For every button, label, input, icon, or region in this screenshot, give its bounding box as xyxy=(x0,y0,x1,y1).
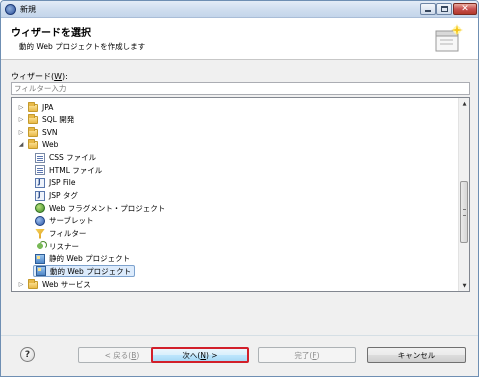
tree-item-label: リスナー xyxy=(49,241,79,251)
folder-icon xyxy=(28,139,38,150)
tree-item[interactable]: リスナー xyxy=(33,240,79,252)
folder-icon xyxy=(28,114,38,125)
tree-item-label: SVN xyxy=(42,127,58,137)
banner-title: ウィザードを選択 xyxy=(11,28,91,39)
minimize-icon xyxy=(425,10,431,12)
tree-item[interactable]: CSS ファイル xyxy=(33,152,96,164)
web-icon xyxy=(35,203,45,214)
tree-item-label: サーブレット xyxy=(49,216,94,226)
proj-icon xyxy=(36,266,46,277)
listener-icon xyxy=(35,241,47,252)
tree-item[interactable]: ▷ SQL 開発 xyxy=(17,114,74,126)
new-wizard-icon xyxy=(435,24,463,52)
next-button[interactable]: 次へ(N) > xyxy=(151,347,249,363)
tree-item-label: フィルター xyxy=(49,229,87,238)
finish-button[interactable]: 完了(F) xyxy=(258,347,356,363)
tree-item[interactable]: フィルター xyxy=(33,228,86,240)
expand-icon[interactable]: ▷ xyxy=(17,114,25,126)
tree-item[interactable]: JSP タグ xyxy=(33,190,78,202)
expand-icon[interactable]: ▷ xyxy=(17,278,25,290)
folder-icon xyxy=(28,101,38,112)
tree-item[interactable]: JSP File xyxy=(33,177,75,189)
wizard-banner: ウィザードを選択 動的 Web プロジェクトを作成します xyxy=(1,18,478,60)
scroll-grip-icon xyxy=(463,209,466,216)
filter-input[interactable] xyxy=(11,82,470,95)
tree-scrollbar[interactable]: ▲ ▼ xyxy=(458,98,469,291)
tree-item[interactable]: 静的 Web プロジェクト xyxy=(33,253,130,265)
tree-item[interactable]: HTML ファイル xyxy=(33,164,102,176)
jsp-icon xyxy=(35,190,45,201)
file-icon xyxy=(35,165,45,176)
jsp-icon xyxy=(35,177,45,188)
tree-item[interactable]: サーブレット xyxy=(33,215,94,227)
file-icon xyxy=(35,152,45,163)
folder-icon xyxy=(28,126,38,137)
tree-item-label: SQL 開発 xyxy=(42,115,75,125)
tree-item[interactable]: 動的 Web プロジェクト xyxy=(33,265,136,278)
tree-item-label: Web サービス xyxy=(42,279,91,289)
cancel-button[interactable]: キャンセル xyxy=(367,347,466,363)
scroll-down-icon[interactable]: ▼ xyxy=(459,280,469,291)
banner-description: 動的 Web プロジェクトを作成します xyxy=(19,42,146,51)
tree-item-label: 静的 Web プロジェクト xyxy=(49,254,131,264)
title-bar[interactable]: 新規 ✕ xyxy=(1,1,478,18)
new-wizard-dialog: 新規 ✕ ウィザードを選択 動的 Web プロジェクトを作成します ウィザード(… xyxy=(0,0,479,377)
window-title: 新規 xyxy=(20,5,36,14)
help-button[interactable]: ? xyxy=(20,347,35,362)
tree-item-label: CSS ファイル xyxy=(49,153,97,163)
close-icon: ✕ xyxy=(461,4,469,14)
tree-item-label: HTML ファイル xyxy=(49,165,103,175)
tree-item-label: 動的 Web プロジェクト xyxy=(50,266,132,276)
tree-item-label: Web フラグメント・プロジェクト xyxy=(49,203,166,213)
wizard-tree[interactable]: ▷ JPA ▷ SQL 開発 ▷ SVN ◢ Web CSS ファイル HTML ファイル JSP … xyxy=(11,97,470,292)
tree-item[interactable]: ▷ JPA xyxy=(17,101,53,113)
filter-icon xyxy=(35,228,45,239)
close-button[interactable]: ✕ xyxy=(453,3,477,15)
collapse-icon[interactable]: ◢ xyxy=(17,139,25,151)
servlet-icon xyxy=(35,215,45,226)
tree-item[interactable]: ▷ Web サービス xyxy=(17,278,91,290)
tree-item-label: JSP File xyxy=(49,178,76,188)
tree-item-label: Web xyxy=(42,140,59,150)
scroll-up-icon[interactable]: ▲ xyxy=(459,98,469,109)
minimize-button[interactable] xyxy=(420,3,436,15)
maximize-icon xyxy=(440,6,448,12)
button-bar: ? < 戻る(B) 次へ(N) > 完了(F) キャンセル xyxy=(1,336,478,376)
maximize-button[interactable] xyxy=(436,3,452,15)
tree-item[interactable]: ▷ SVN xyxy=(17,126,58,138)
eclipse-icon xyxy=(5,4,16,15)
tree-item-label: JPA xyxy=(42,102,54,112)
tree-item[interactable]: Web フラグメント・プロジェクト xyxy=(33,202,165,214)
tree-item-label: JSP タグ xyxy=(49,191,78,201)
tree-item[interactable]: ◢ Web xyxy=(17,139,58,151)
proj-icon xyxy=(35,253,45,264)
folder-icon xyxy=(28,278,38,289)
expand-icon[interactable]: ▷ xyxy=(17,101,25,113)
wizards-label: ウィザード(W): xyxy=(11,72,68,81)
expand-icon[interactable]: ▷ xyxy=(17,126,25,138)
scroll-thumb[interactable] xyxy=(460,181,468,243)
